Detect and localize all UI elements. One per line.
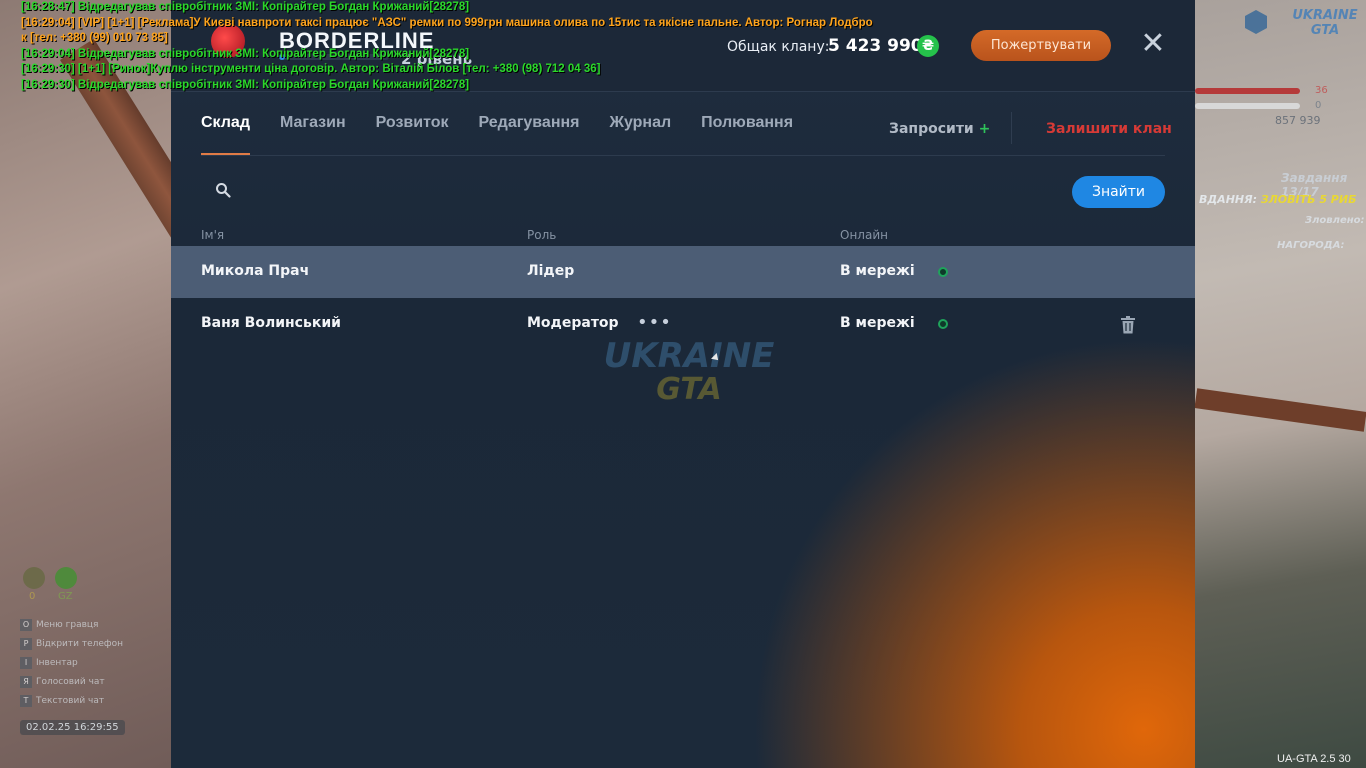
tab-warehouse[interactable]: Склад (201, 114, 250, 155)
find-button[interactable]: Знайти (1072, 176, 1165, 208)
more-options-icon[interactable]: ••• (637, 312, 672, 333)
game-background-left (0, 0, 269, 768)
hotkey-key: T (20, 695, 32, 707)
logo-line-2: GTA (656, 372, 722, 407)
tab-editing[interactable]: Редагування (479, 114, 580, 155)
chat-line: [16:29:30] [1+1] [Ринок]Куплю інструмент… (21, 63, 601, 75)
tab-shop[interactable]: Магазин (280, 114, 346, 155)
chat-line: [16:29:04] [VIP] [1+1] [Реклама]У Києві … (21, 16, 873, 29)
task-line: ВДАННЯ: ЗЛОВІТЬ 5 РИБ (1199, 193, 1356, 206)
server-logo: UKRAINE GTA (1290, 8, 1360, 42)
health-bar (1195, 88, 1300, 94)
member-status: В мережі (840, 315, 915, 331)
rank-badge-icon (1245, 10, 1267, 34)
hotkey-label: Голосовий чат (36, 677, 105, 687)
armor-bar (1195, 103, 1300, 109)
hotkey-label: Текстовий чат (36, 696, 105, 706)
task-reward: НАГОРОДА: (1277, 240, 1345, 251)
table-row[interactable]: Микола Прач Лідер В мережі (171, 246, 1195, 298)
chat-log: [16:28:47] Відредагував співробітник ЗМІ… (21, 0, 921, 93)
column-header-name: Ім'я (201, 228, 225, 242)
plus-icon: + (978, 121, 991, 137)
chat-line: [16:29:04] Відредагував співробітник ЗМІ… (21, 47, 470, 60)
hotkey-hint: Я Голосовий чат (20, 676, 105, 688)
hotkey-hint: O Меню гравця (20, 619, 98, 631)
chat-line: [16:28:47] Відредагував співробітник ЗМІ… (21, 1, 470, 13)
stat-icon-1 (23, 567, 45, 589)
hud-right: UKRAINE GTA 36 0 857 939 Завдання 13/17 … (1195, 0, 1366, 768)
task-progress: Зловлено: 0/5 (1305, 215, 1366, 226)
close-icon[interactable]: ✕ (1139, 29, 1167, 59)
member-role: Лідер (527, 263, 575, 279)
hotkey-key: O (20, 619, 32, 631)
chat-line: [16:29:30] Відредагував співробітник ЗМІ… (21, 78, 470, 91)
column-header-role: Роль (527, 228, 557, 242)
task-prefix: ВДАННЯ: (1199, 193, 1257, 206)
donate-button[interactable]: Пожертвувати (971, 30, 1111, 61)
logo-line-1: UKRAINE (603, 336, 775, 376)
member-status: В мережі (840, 263, 915, 279)
hotkey-label: Відкрити телефон (36, 639, 124, 649)
money-value: 857 939 (1275, 114, 1321, 127)
online-dot-icon (938, 319, 948, 329)
datetime: 02.02.25 16:29:55 (20, 720, 125, 735)
hotkey-label: Меню гравця (36, 620, 99, 630)
clan-tabs: Склад Магазин Розвиток Редагування Журна… (201, 114, 823, 156)
armor-value: 0 (1315, 100, 1322, 111)
invite-button[interactable]: Запросити + (889, 121, 990, 137)
tab-development[interactable]: Розвиток (376, 114, 449, 155)
online-dot-icon (938, 267, 948, 277)
column-header-online: Онлайн (840, 228, 888, 242)
server-logo-line-1: UKRAINE (1292, 8, 1358, 23)
health-value: 36 (1315, 85, 1328, 96)
hotkey-hint: T Текстовий чат (20, 695, 104, 707)
stat-value-2: GZ (58, 591, 73, 602)
trash-icon[interactable] (1120, 316, 1136, 334)
member-role: Модератор (527, 315, 619, 331)
hotkey-key: P (20, 638, 32, 650)
hotkey-key: I (20, 657, 32, 669)
task-text: ЗЛОВІТЬ 5 РИБ (1260, 193, 1357, 206)
hotkey-hint: I Інвентар (20, 657, 78, 669)
stat-icon-2 (55, 567, 77, 589)
member-name: Ваня Волинський (201, 315, 341, 331)
stat-value-1: 0 (29, 591, 36, 602)
tab-journal[interactable]: Журнал (609, 114, 671, 155)
tabs-divider (201, 155, 1165, 156)
ukraine-gta-logo: UKRAINE GTA (589, 338, 789, 406)
hotkey-key: Я (20, 676, 32, 688)
search-input[interactable] (241, 178, 1061, 204)
actions-divider (1011, 112, 1012, 144)
version-label: UA-GTA 2.5 30 (1277, 753, 1351, 765)
clan-modal: BORDERLINE 2 рівень Общак клану: 5 423 9… (171, 0, 1195, 768)
tab-hunting[interactable]: Полювання (701, 114, 793, 155)
hotkey-hint: P Відкрити телефон (20, 638, 123, 650)
chat-line: к [тел: +380 (99) 010 73 85] (21, 32, 168, 44)
server-logo-line-2: GTA (1310, 23, 1340, 38)
invite-label: Запросити (889, 121, 974, 137)
member-name: Микола Прач (201, 263, 310, 279)
hotkey-label: Інвентар (36, 658, 78, 668)
search-icon (216, 183, 231, 198)
leave-clan-button[interactable]: Залишити клан (1046, 121, 1172, 137)
